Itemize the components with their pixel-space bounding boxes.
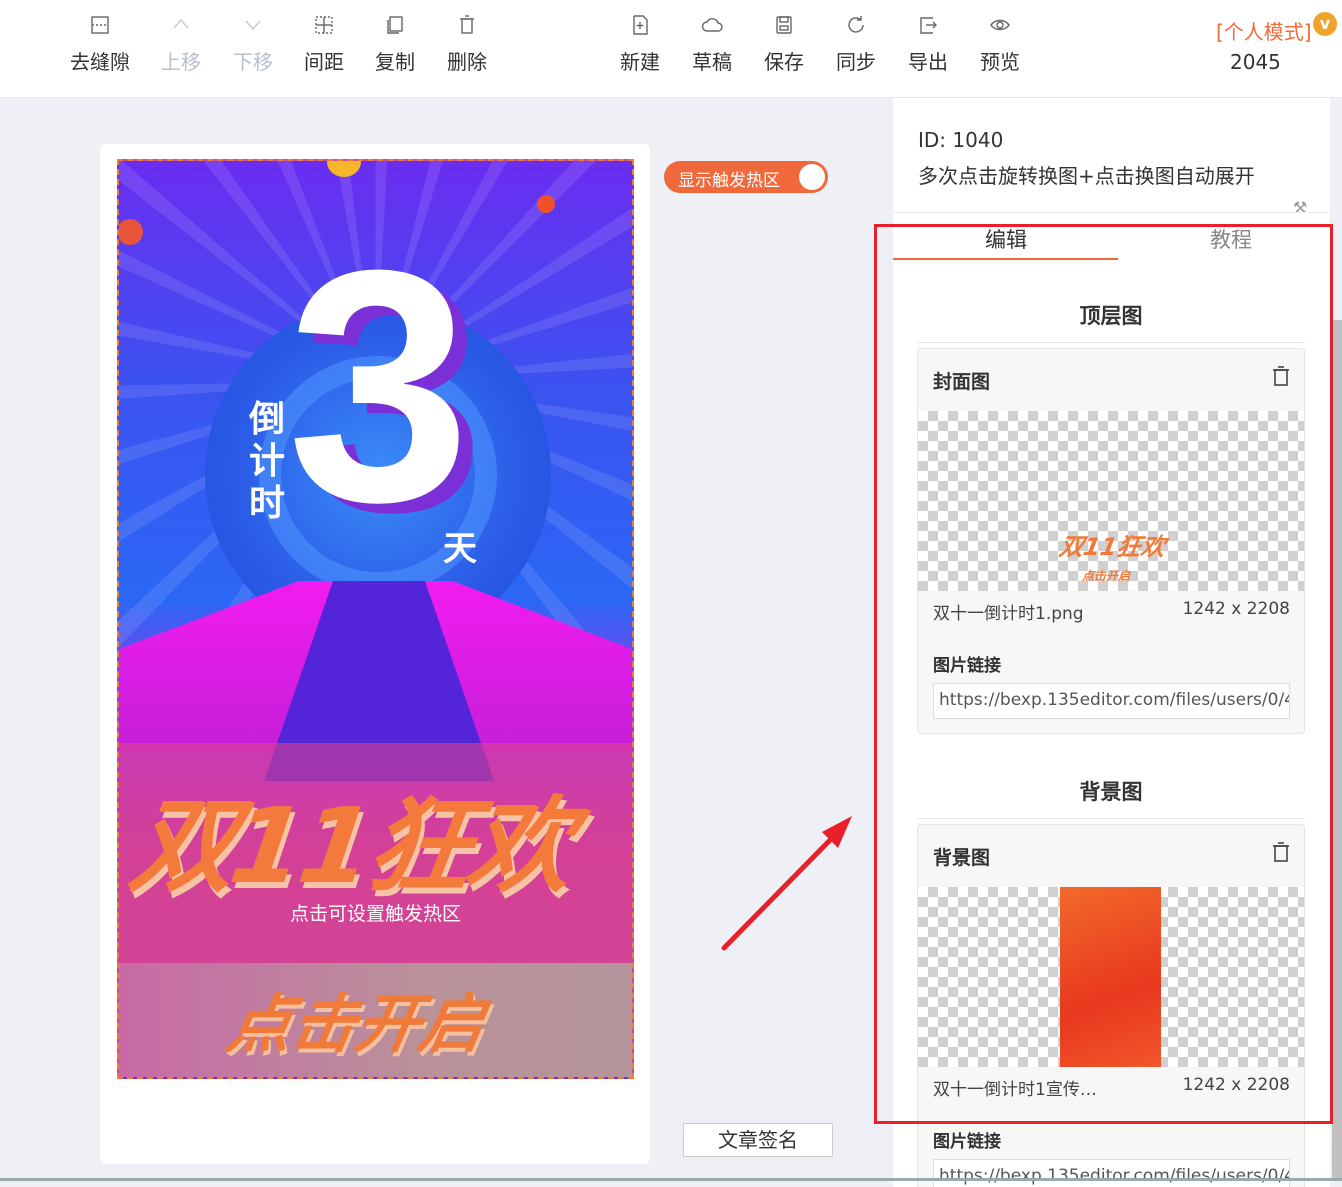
annotation-arrow (721, 816, 852, 951)
